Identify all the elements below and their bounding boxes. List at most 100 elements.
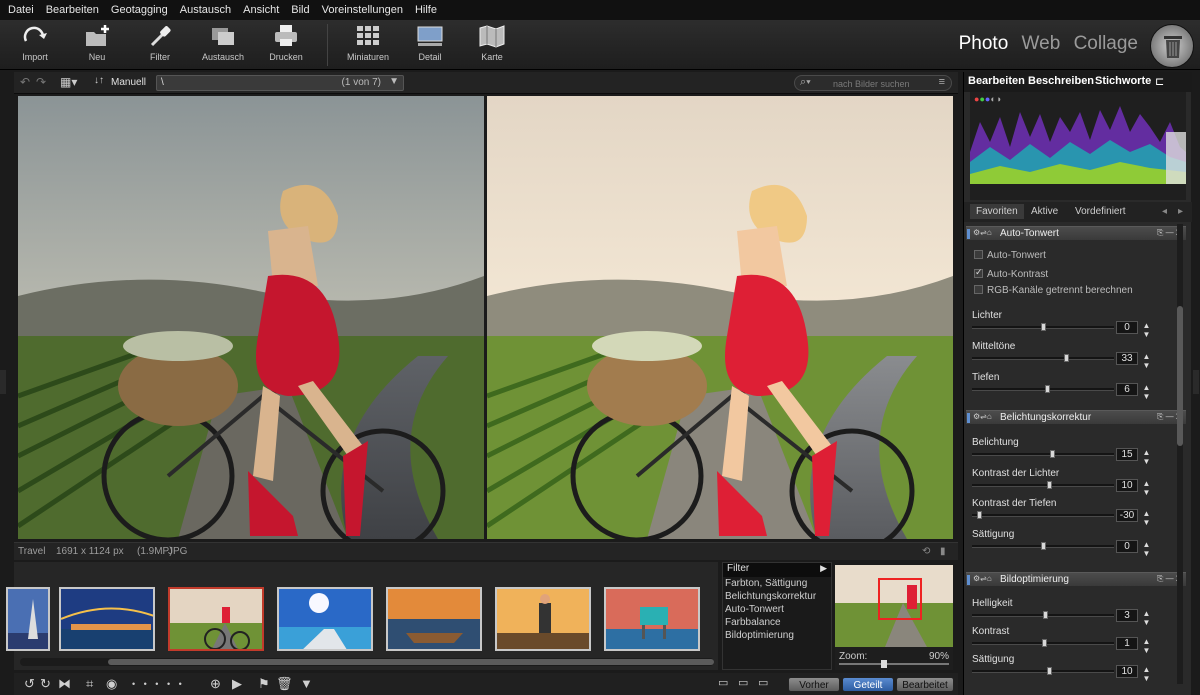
section-belichtungskorrektur[interactable]: ⚙⇌⌂ Belichtungskorrektur ⎘ — ✕: [966, 410, 1186, 424]
search-icon[interactable]: ⌕▾: [800, 76, 811, 89]
sort-icon[interactable]: ↓↑: [94, 75, 104, 86]
next-arrow-icon[interactable]: ▸: [1178, 206, 1183, 217]
miniaturen-button[interactable]: Miniaturen: [338, 23, 398, 62]
slider-track[interactable]: [972, 639, 1114, 647]
checkbox-box[interactable]: [974, 285, 983, 294]
checkbox-box[interactable]: [974, 250, 983, 259]
chevron-down-icon[interactable]: ▼: [389, 76, 399, 87]
filter-item[interactable]: Farbbalance: [723, 616, 831, 629]
split-view-icon[interactable]: ▮: [940, 546, 946, 557]
geteilt-button[interactable]: Geteilt: [842, 677, 894, 692]
vorher-button[interactable]: Vorher: [788, 677, 840, 692]
menu-voreinstellungen[interactable]: Voreinstellungen: [322, 4, 403, 16]
checkbox-box[interactable]: [974, 267, 983, 278]
chevron-right-icon[interactable]: ▶: [820, 563, 827, 574]
prev-arrow-icon[interactable]: ◂: [1162, 206, 1167, 217]
checkbox-auto-kontrast[interactable]: Auto-Kontrast: [974, 267, 1154, 280]
spinner-arrows-icon[interactable]: ▲▼: [1142, 637, 1151, 655]
bearbeitet-button[interactable]: Bearbeitet: [896, 677, 954, 692]
layout-triple-icon[interactable]: ▭: [758, 676, 768, 689]
play-icon[interactable]: ▶: [232, 676, 242, 692]
slider-value-field[interactable]: 10: [1116, 665, 1138, 678]
spinner-arrows-icon[interactable]: ▲▼: [1142, 609, 1151, 627]
slider-track[interactable]: [972, 385, 1114, 393]
thumbnail-size-icon[interactable]: ▦▾: [60, 75, 77, 89]
slider-value-field[interactable]: 0: [1116, 540, 1138, 553]
slider-value-field[interactable]: 3: [1116, 609, 1138, 622]
panel-scroll-thumb[interactable]: [1177, 306, 1183, 446]
subtab-vordefiniert[interactable]: Vordefiniert: [1075, 206, 1126, 217]
menu-hilfe[interactable]: Hilfe: [415, 4, 437, 16]
slider-track[interactable]: [972, 511, 1114, 519]
search-input[interactable]: [833, 77, 929, 90]
filmstrip-scrollbar[interactable]: [20, 658, 714, 666]
slider-value-field[interactable]: 33: [1116, 352, 1138, 365]
filter-button[interactable]: Filter: [130, 23, 190, 62]
detail-button[interactable]: Detail: [400, 23, 460, 62]
panel-scrollbar[interactable]: [1177, 224, 1183, 684]
slider-knob[interactable]: [1043, 611, 1048, 619]
tab-bearbeiten[interactable]: Bearbeiten: [968, 75, 1025, 87]
slider-value-field[interactable]: 1: [1116, 637, 1138, 650]
thumbnail-pier[interactable]: [277, 587, 373, 651]
section-auto-tonwert[interactable]: ⚙⇌⌂ Auto-Tonwert ⎘ — ✕: [966, 226, 1186, 240]
menu-icon[interactable]: ≡: [939, 76, 945, 88]
path-selector[interactable]: \ (1 von 7) ▼: [156, 75, 404, 91]
slider-value-field[interactable]: 10: [1116, 479, 1138, 492]
spinner-arrows-icon[interactable]: ▲▼: [1142, 321, 1151, 339]
section-tools-icon[interactable]: ⚙⇌⌂: [973, 574, 992, 583]
crop-icon[interactable]: ⌗: [86, 676, 93, 692]
zoom-slider-knob[interactable]: [881, 660, 887, 668]
menu-bearbeiten[interactable]: Bearbeiten: [46, 4, 99, 16]
layout-split-icon[interactable]: ▭: [738, 676, 748, 689]
thumbnail-lifeguard[interactable]: [604, 587, 700, 651]
filter-item[interactable]: Farbton, Sättigung: [723, 577, 831, 590]
tab-beschreiben[interactable]: Beschreiben: [1028, 75, 1094, 87]
layout-single-icon[interactable]: ▭: [718, 676, 728, 689]
filter-item[interactable]: Belichtungskorrektur: [723, 590, 831, 603]
slider-track[interactable]: [972, 323, 1114, 331]
rotate-icon[interactable]: ⟲: [922, 546, 930, 557]
spinner-arrows-icon[interactable]: ▲▼: [1142, 352, 1151, 370]
slider-track[interactable]: [972, 450, 1114, 458]
slider-value-field[interactable]: 0: [1116, 321, 1138, 334]
slider-track[interactable]: [972, 667, 1114, 675]
slider-knob[interactable]: [1045, 385, 1050, 393]
thumbnail-hiker[interactable]: [495, 587, 591, 651]
karte-button[interactable]: Karte: [462, 23, 522, 62]
delete-icon[interactable]: 🗑: [276, 676, 293, 692]
spinner-arrows-icon[interactable]: ▲▼: [1142, 509, 1151, 527]
subtab-aktive[interactable]: Aktive: [1031, 206, 1058, 217]
spinner-arrows-icon[interactable]: ▲▼: [1142, 665, 1151, 683]
rotate-right-icon[interactable]: ↻: [40, 676, 51, 692]
section-bildoptimierung[interactable]: ⚙⇌⌂ Bildoptimierung ⎘ — ✕: [966, 572, 1186, 586]
mode-web[interactable]: Web: [1022, 33, 1061, 54]
slider-knob[interactable]: [1042, 639, 1047, 647]
zoom-slider-track[interactable]: [839, 660, 949, 668]
slider-knob[interactable]: [1050, 450, 1055, 458]
menu-geotagging[interactable]: Geotagging: [111, 4, 168, 16]
forward-arrow-icon[interactable]: ↷: [36, 75, 46, 89]
spinner-arrows-icon[interactable]: ▲▼: [1142, 448, 1151, 466]
collapse-icon[interactable]: ⊏: [1155, 75, 1164, 88]
slider-track[interactable]: [972, 542, 1114, 550]
zoom-icon[interactable]: ⊕: [210, 676, 221, 692]
back-arrow-icon[interactable]: ↶: [20, 75, 30, 89]
slider-track[interactable]: [972, 481, 1114, 489]
slider-knob[interactable]: [1064, 354, 1069, 362]
austausch-button[interactable]: Austausch: [193, 23, 253, 62]
slider-value-field[interactable]: 15: [1116, 448, 1138, 461]
drucken-button[interactable]: Drucken: [256, 23, 316, 62]
photo-before[interactable]: [18, 96, 484, 539]
spinner-arrows-icon[interactable]: ▲▼: [1142, 383, 1151, 401]
thumbnail-boat[interactable]: [386, 587, 482, 651]
tab-stichworte[interactable]: Stichworte: [1095, 75, 1151, 87]
thumbnail-paris[interactable]: [6, 587, 50, 651]
slider-value-field[interactable]: -30: [1116, 509, 1138, 522]
slider-knob[interactable]: [1041, 542, 1046, 550]
subtab-favoriten[interactable]: Favoriten: [970, 204, 1024, 219]
menu-bild[interactable]: Bild: [291, 4, 309, 16]
eye-icon[interactable]: ◉: [106, 676, 117, 692]
right-panel-toggle[interactable]: [1193, 370, 1199, 394]
rotate-left-icon[interactable]: ↺: [24, 676, 35, 692]
